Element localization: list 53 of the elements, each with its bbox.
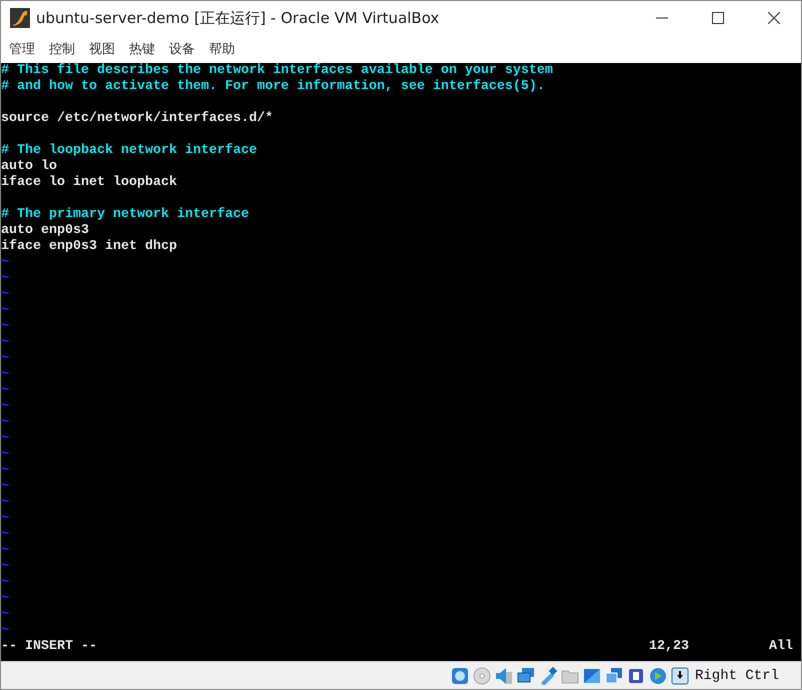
menu-item[interactable]: 控制 xyxy=(49,40,75,58)
menu-item[interactable]: 视图 xyxy=(89,40,115,58)
empty-line-marker: ~ xyxy=(1,511,9,526)
code-line: auto enp0s3 xyxy=(1,223,89,238)
empty-line-marker: ~ xyxy=(1,479,9,494)
empty-line-marker: ~ xyxy=(1,287,9,302)
network-icon[interactable] xyxy=(516,666,535,685)
code-line: auto lo xyxy=(1,159,57,174)
empty-line-marker: ~ xyxy=(1,255,9,270)
code-line: iface lo inet loopback xyxy=(1,175,177,190)
code-line: iface enp0s3 inet dhcp xyxy=(1,239,177,254)
empty-line-marker: ~ xyxy=(1,303,9,318)
window-title: ubuntu-server-demo [正在运行] - Oracle VM VirtualBox xyxy=(36,8,440,28)
menu-item[interactable]: 设备 xyxy=(169,40,195,58)
menu-item[interactable]: 热键 xyxy=(129,40,155,58)
cursor-position: 12,23 xyxy=(649,639,690,656)
empty-line-marker: ~ xyxy=(1,351,9,366)
audio-icon[interactable] xyxy=(494,666,513,685)
comment-line: # The primary network interface xyxy=(1,207,249,222)
host-key-label: Right Ctrl xyxy=(694,668,779,684)
empty-line-marker: ~ xyxy=(1,591,9,606)
scroll-position: All xyxy=(769,639,794,656)
empty-line-marker: ~ xyxy=(1,623,9,638)
mode-indicator: -- INSERT -- xyxy=(1,639,98,656)
empty-line-marker: ~ xyxy=(1,415,9,430)
windows-icon[interactable] xyxy=(604,666,623,685)
app-logo-icon xyxy=(10,8,30,28)
empty-line-marker: ~ xyxy=(1,495,9,510)
chip-icon[interactable] xyxy=(626,666,645,685)
code-line: source /etc/network/interfaces.d/* xyxy=(1,111,273,126)
empty-line-marker: ~ xyxy=(1,607,9,622)
empty-line-marker: ~ xyxy=(1,575,9,590)
maximize-icon xyxy=(712,12,724,24)
empty-line-marker: ~ xyxy=(1,463,9,478)
empty-line-marker: ~ xyxy=(1,447,9,462)
comment-line: # This file describes the network interfaces available on your system xyxy=(1,63,553,78)
close-icon xyxy=(768,12,780,24)
comment-line: # and how to activate them. For more information, see interfaces(5). xyxy=(1,79,545,94)
comment-line: # The loopback network interface xyxy=(1,143,257,158)
usb-icon[interactable] xyxy=(538,666,557,685)
empty-line-marker: ~ xyxy=(1,559,9,574)
empty-line-marker: ~ xyxy=(1,271,9,286)
empty-line-marker: ~ xyxy=(1,543,9,558)
menu-item[interactable]: 帮助 xyxy=(209,40,235,58)
empty-line-marker: ~ xyxy=(1,431,9,446)
display-icon[interactable] xyxy=(582,666,601,685)
empty-line-marker: ~ xyxy=(1,383,9,398)
empty-line-marker: ~ xyxy=(1,335,9,350)
empty-line-marker: ~ xyxy=(1,319,9,334)
empty-line-marker: ~ xyxy=(1,367,9,382)
menu-item[interactable]: 管理 xyxy=(9,40,35,58)
empty-line-marker: ~ xyxy=(1,399,9,414)
empty-line-marker: ~ xyxy=(1,527,9,542)
